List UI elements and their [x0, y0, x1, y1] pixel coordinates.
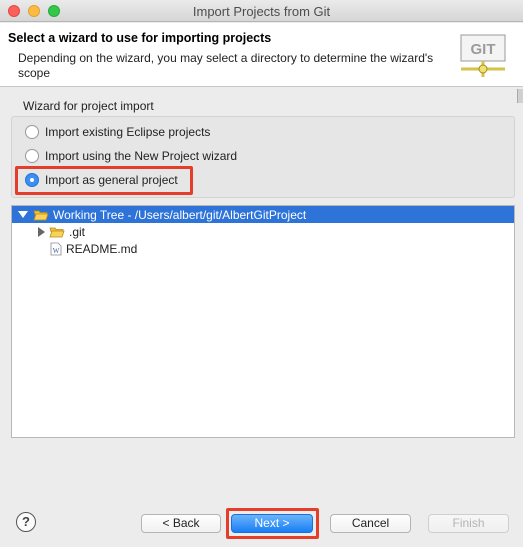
expand-arrow-icon[interactable] — [18, 211, 28, 218]
annotation-highlight-general-project — [15, 166, 193, 195]
svg-text:W: W — [53, 247, 60, 255]
radio-import-new-project-wizard[interactable]: Import using the New Project wizard — [25, 147, 237, 165]
collapse-arrow-icon[interactable] — [38, 226, 45, 237]
tree-row-working-tree[interactable]: Working Tree - /Users/albert/git/AlbertG… — [12, 206, 514, 223]
git-logo-icon: GIT — [460, 34, 506, 77]
wizard-banner: Select a wizard to use for importing pro… — [0, 23, 523, 103]
annotation-highlight-next — [226, 508, 319, 539]
open-folder-icon — [33, 210, 49, 220]
window-titlebar: Import Projects from Git — [0, 0, 523, 22]
group-label: Wizard for project import — [23, 99, 154, 113]
tree-row-label: Working Tree - /Users/albert/git/AlbertG… — [53, 207, 307, 222]
window-title: Import Projects from Git — [192, 4, 331, 19]
tree-row-label: .git — [69, 224, 86, 239]
finish-button[interactable]: Finish — [428, 514, 509, 533]
radio-label: Import using the New Project wizard — [45, 149, 238, 163]
banner-title: Select a wizard to use for importing pro… — [8, 31, 272, 45]
radio-label: Import existing Eclipse projects — [45, 125, 211, 139]
cancel-button[interactable]: Cancel — [330, 514, 411, 533]
folder-icon — [49, 227, 65, 237]
git-logo-text: GIT — [471, 41, 496, 58]
radio-button[interactable] — [25, 125, 39, 139]
banner-description: Depending on the wizard, you may select … — [18, 51, 434, 80]
tree-row-label: README.md — [66, 241, 138, 256]
help-icon[interactable]: ? — [16, 512, 36, 532]
back-button[interactable]: < Back — [141, 514, 221, 533]
banner-edge-tab — [517, 89, 523, 103]
project-tree[interactable]: Working Tree - /Users/albert/git/AlbertG… — [11, 205, 515, 438]
text-file-icon: W — [50, 242, 62, 255]
tree-row-readme[interactable]: W README.md — [12, 240, 514, 257]
tree-row-git-folder[interactable]: .git — [12, 223, 514, 240]
radio-import-existing[interactable]: Import existing Eclipse projects — [25, 123, 210, 141]
radio-button[interactable] — [25, 149, 39, 163]
